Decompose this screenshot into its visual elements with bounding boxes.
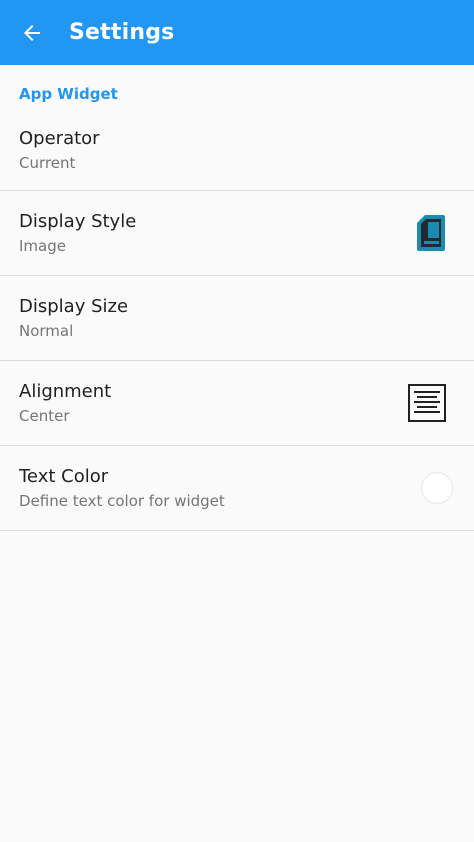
sim-card-icon xyxy=(416,214,446,252)
arrow-back-icon xyxy=(20,21,44,45)
pref-display-style-summary: Image xyxy=(19,237,66,255)
pref-display-style[interactable]: Display Style Image xyxy=(0,191,474,276)
pref-display-size[interactable]: Display Size Normal xyxy=(0,276,474,361)
toolbar: Settings xyxy=(0,0,474,65)
settings-screen: Settings App Widget Operator Current Dis… xyxy=(0,0,474,842)
pref-operator-summary: Current xyxy=(19,154,76,172)
pref-alignment[interactable]: Alignment Center xyxy=(0,361,474,446)
align-center-icon xyxy=(408,384,446,422)
page-title: Settings xyxy=(69,20,175,45)
pref-display-style-title: Display Style xyxy=(19,211,137,232)
pref-display-size-summary: Normal xyxy=(19,322,74,340)
text-color-swatch[interactable] xyxy=(421,472,453,504)
pref-text-color[interactable]: Text Color Define text color for widget xyxy=(0,446,474,531)
pref-alignment-summary: Center xyxy=(19,407,70,425)
pref-operator[interactable]: Operator Current xyxy=(0,121,474,191)
pref-alignment-title: Alignment xyxy=(19,381,112,402)
back-button[interactable] xyxy=(0,0,64,65)
section-header-app-widget: App Widget xyxy=(19,85,118,103)
pref-operator-title: Operator xyxy=(19,128,100,149)
pref-text-color-title: Text Color xyxy=(19,466,109,487)
pref-text-color-summary: Define text color for widget xyxy=(19,492,225,510)
color-circle-icon xyxy=(421,472,453,504)
pref-display-size-title: Display Size xyxy=(19,296,129,317)
